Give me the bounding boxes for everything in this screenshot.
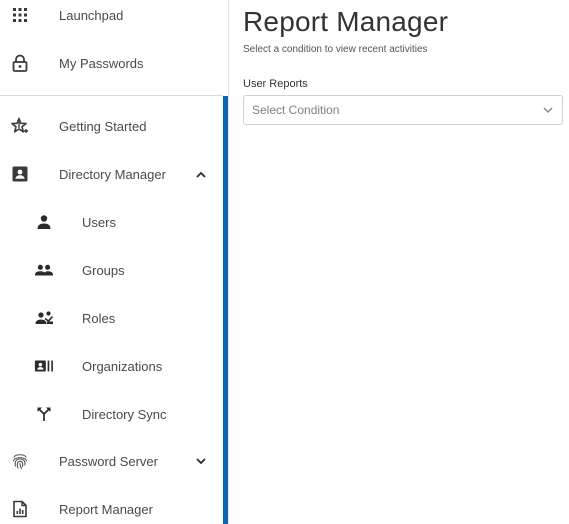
sidebar-item-label: Organizations bbox=[82, 358, 163, 374]
sidebar-item-launchpad[interactable]: Launchpad bbox=[0, 0, 223, 35]
chevron-up-icon[interactable] bbox=[194, 167, 208, 181]
sidebar-border bbox=[228, 0, 229, 524]
chevron-down-icon bbox=[542, 104, 554, 116]
sidebar-item-label: Users bbox=[82, 214, 116, 230]
page-title: Report Manager bbox=[243, 6, 449, 37]
sidebar-item-label: Directory Manager bbox=[59, 166, 166, 182]
organization-icon bbox=[34, 356, 54, 376]
sidebar-item-label: Getting Started bbox=[59, 118, 147, 134]
chevron-down-icon[interactable] bbox=[194, 454, 208, 468]
group-icon bbox=[34, 260, 54, 280]
sidebar-item-password-server[interactable]: Password Server bbox=[0, 441, 223, 481]
sidebar-divider bbox=[0, 95, 223, 96]
sidebar-item-label: Launchpad bbox=[59, 7, 124, 23]
user-reports-label: User Reports bbox=[243, 78, 308, 90]
person-icon bbox=[34, 212, 54, 232]
sidebar-item-roles[interactable]: Roles bbox=[0, 298, 223, 338]
sidebar-item-my-passwords[interactable]: My Passwords bbox=[0, 43, 223, 83]
sidebar-item-groups[interactable]: Groups bbox=[0, 250, 223, 290]
sidebar-item-users[interactable]: Users bbox=[0, 202, 223, 242]
condition-select[interactable]: Select Condition bbox=[243, 95, 563, 125]
sidebar-item-getting-started[interactable]: Getting Started bbox=[0, 106, 223, 146]
condition-select-placeholder: Select Condition bbox=[252, 103, 340, 117]
sidebar: Launchpad My Passwords Getting Started D… bbox=[0, 0, 223, 524]
sidebar-item-label: Password Server bbox=[59, 453, 158, 469]
sync-merge-icon bbox=[34, 404, 54, 424]
sidebar-item-report-manager[interactable]: Report Manager bbox=[0, 489, 223, 524]
star-sparkle-icon bbox=[10, 116, 30, 136]
sidebar-item-organizations[interactable]: Organizations bbox=[0, 346, 223, 386]
sidebar-item-label: Report Manager bbox=[59, 501, 153, 517]
report-icon bbox=[10, 499, 30, 519]
sidebar-item-directory-manager[interactable]: Directory Manager bbox=[0, 154, 223, 194]
sidebar-item-directory-sync[interactable]: Directory Sync bbox=[0, 394, 223, 434]
sidebar-item-label: Roles bbox=[82, 310, 116, 326]
fingerprint-icon bbox=[10, 451, 30, 471]
roles-icon bbox=[34, 308, 54, 328]
sidebar-item-label: Groups bbox=[82, 262, 125, 278]
lock-icon bbox=[10, 53, 30, 73]
contact-card-icon bbox=[10, 164, 30, 184]
page-subtitle: Select a condition to view recent activi… bbox=[243, 44, 428, 55]
app-root: Launchpad My Passwords Getting Started D… bbox=[0, 0, 569, 524]
sidebar-item-label: Directory Sync bbox=[82, 406, 167, 422]
grid-icon bbox=[10, 5, 30, 25]
sidebar-item-label: My Passwords bbox=[59, 55, 144, 71]
